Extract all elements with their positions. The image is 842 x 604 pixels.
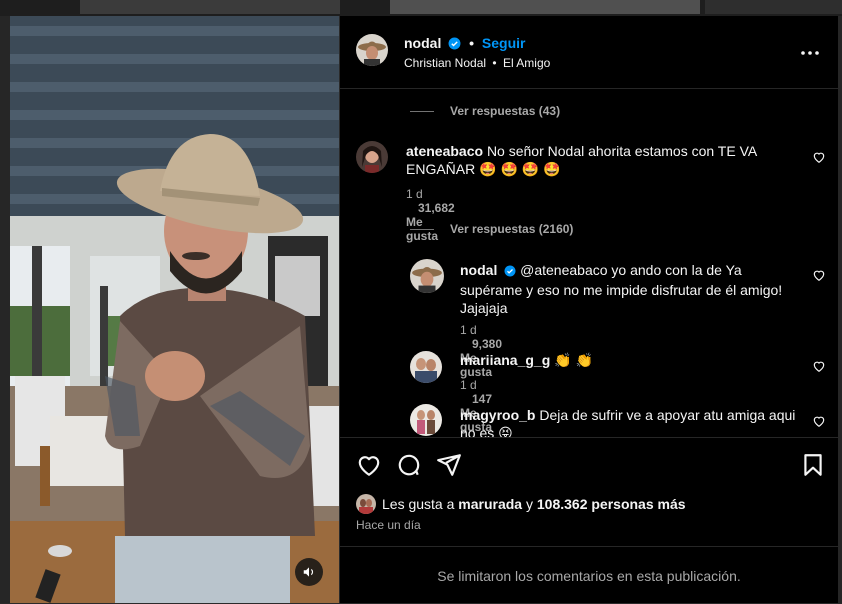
liker-avatar [356, 494, 376, 514]
post-panel: nodal • Seguir Christian Nodal • El Amig… [340, 16, 838, 603]
likes-count[interactable]: 108.362 personas más [537, 496, 686, 512]
comment-text: 👏 👏 [554, 352, 593, 368]
view-replies-button[interactable]: Ver respuestas (43) [410, 104, 560, 118]
likes-user[interactable]: marurada [458, 496, 522, 512]
comment-time: 1 d [460, 323, 477, 337]
post-video[interactable] [10, 16, 339, 603]
likes-prefix: Les gusta a [382, 496, 455, 512]
audio-info[interactable]: Christian Nodal • El Amigo [404, 56, 550, 70]
comment-username[interactable]: mariiana_g_g [460, 352, 550, 368]
author-avatar[interactable] [356, 34, 388, 66]
sound-on-icon[interactable] [295, 558, 323, 586]
comment-username[interactable]: magyroo_b [460, 407, 535, 423]
heart-icon[interactable] [356, 452, 382, 478]
comment-time: 1 d [460, 378, 477, 392]
background-overlay [0, 0, 842, 16]
comment-icon[interactable] [396, 452, 422, 478]
verified-badge-icon [504, 263, 516, 281]
separator-dot: • [469, 35, 475, 51]
audio-song: El Amigo [502, 56, 551, 70]
commenter-avatar[interactable] [410, 259, 444, 293]
view-replies-label: Ver respuestas (43) [450, 104, 561, 118]
verified-badge-icon [448, 37, 461, 53]
heart-icon[interactable] [812, 268, 826, 282]
heart-icon[interactable] [812, 359, 826, 373]
view-replies-button[interactable]: Ver respuestas (2160) [410, 222, 573, 236]
likes-summary[interactable]: Les gusta a marurada y 108.362 personas … [356, 494, 686, 514]
commenter-avatar[interactable] [410, 404, 442, 436]
comment-time: 1 d [406, 187, 423, 201]
bookmark-icon[interactable] [800, 452, 826, 478]
follow-button[interactable]: Seguir [482, 35, 526, 51]
more-options-icon[interactable] [800, 43, 820, 63]
comments-limited-notice: Se limitaron los comentarios en esta pub… [340, 546, 838, 604]
share-icon[interactable] [436, 452, 462, 478]
author-username[interactable]: nodal [404, 35, 441, 51]
view-replies-label: Ver respuestas (2160) [450, 222, 574, 236]
likes-and: y [525, 496, 533, 512]
background-overlay-right [838, 16, 842, 603]
background-overlay-left [0, 16, 10, 603]
commenter-avatar[interactable] [410, 351, 442, 383]
comments-list[interactable]: Ver respuestas (43) ateneabaco No señor … [340, 89, 838, 437]
post-time: Hace un día [356, 518, 421, 532]
comment-username[interactable]: nodal [460, 262, 497, 278]
author-line: nodal • Seguir [404, 35, 526, 53]
comment-username[interactable]: ateneabaco [406, 143, 483, 159]
heart-icon[interactable] [812, 150, 826, 164]
audio-artist: Christian Nodal [404, 56, 487, 70]
commenter-avatar[interactable] [356, 141, 388, 173]
post-header: nodal • Seguir Christian Nodal • El Amig… [340, 16, 838, 89]
audio-separator: • [492, 56, 497, 70]
heart-icon[interactable] [812, 414, 826, 428]
